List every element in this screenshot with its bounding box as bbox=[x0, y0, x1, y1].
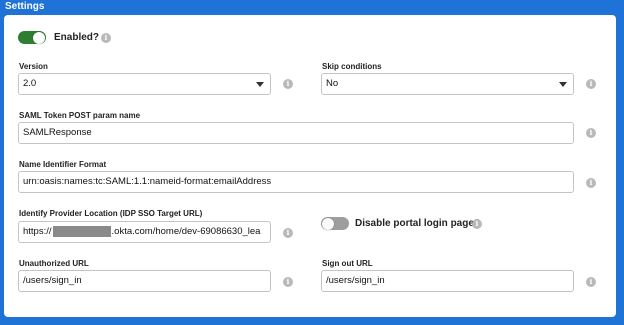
info-icon[interactable]: i bbox=[586, 277, 596, 287]
name-identifier-input[interactable]: urn:oasis:names:tc:SAML:1.1:nameid-forma… bbox=[18, 171, 574, 193]
redacted-block bbox=[52, 225, 111, 237]
sign-out-url-label: Sign out URL bbox=[322, 259, 373, 268]
section-title: Settings bbox=[5, 1, 45, 12]
version-select[interactable]: 2.0 bbox=[18, 73, 271, 95]
info-icon[interactable]: i bbox=[283, 79, 293, 89]
sign-out-url-input[interactable]: /users/sign_in bbox=[321, 270, 574, 292]
info-icon[interactable]: i bbox=[586, 79, 596, 89]
unauthorized-url-input[interactable]: /users/sign_in bbox=[18, 270, 271, 292]
version-value: 2.0 bbox=[23, 78, 37, 89]
info-icon[interactable]: i bbox=[472, 219, 482, 229]
idp-url-suffix: .okta.com/home/dev-69086630_lea bbox=[111, 226, 261, 237]
info-icon[interactable]: i bbox=[283, 228, 293, 238]
sign-out-url-value: /users/sign_in bbox=[326, 275, 385, 286]
info-icon[interactable]: i bbox=[586, 128, 596, 138]
chevron-down-icon bbox=[559, 82, 567, 87]
info-icon[interactable]: i bbox=[586, 178, 596, 188]
name-identifier-value: urn:oasis:names:tc:SAML:1.1:nameid-forma… bbox=[23, 176, 272, 187]
skip-conditions-select[interactable]: No bbox=[321, 73, 574, 95]
unauthorized-url-value: /users/sign_in bbox=[23, 275, 82, 286]
name-identifier-label: Name Identifier Format bbox=[19, 160, 107, 169]
saml-token-label: SAML Token POST param name bbox=[19, 111, 141, 120]
unauthorized-url-label: Unauthorized URL bbox=[19, 259, 89, 268]
info-icon[interactable]: i bbox=[283, 277, 293, 287]
idp-url-prefix: https:// bbox=[23, 226, 52, 237]
toggle-knob bbox=[33, 31, 45, 44]
disable-portal-login-label: Disable portal login page? bbox=[355, 218, 481, 229]
version-label: Version bbox=[19, 62, 48, 71]
enabled-toggle[interactable] bbox=[18, 31, 46, 44]
idp-location-input[interactable]: https:// .okta.com/home/dev-69086630_lea bbox=[18, 221, 271, 243]
top-bar bbox=[0, 0, 624, 14]
skip-conditions-value: No bbox=[326, 78, 339, 89]
toggle-knob bbox=[322, 217, 334, 230]
saml-token-value: SAMLResponse bbox=[23, 127, 92, 138]
saml-token-input[interactable]: SAMLResponse bbox=[18, 122, 574, 144]
chevron-down-icon bbox=[256, 82, 264, 87]
enabled-label: Enabled? bbox=[54, 32, 100, 43]
idp-location-label: Identify Provider Location (IDP SSO Targ… bbox=[19, 209, 203, 218]
info-icon[interactable]: i bbox=[101, 33, 111, 43]
settings-panel: Enabled? i Version 2.0 i Skip conditions… bbox=[4, 15, 616, 317]
disable-portal-login-toggle[interactable] bbox=[321, 217, 349, 230]
skip-conditions-label: Skip conditions bbox=[322, 62, 382, 71]
